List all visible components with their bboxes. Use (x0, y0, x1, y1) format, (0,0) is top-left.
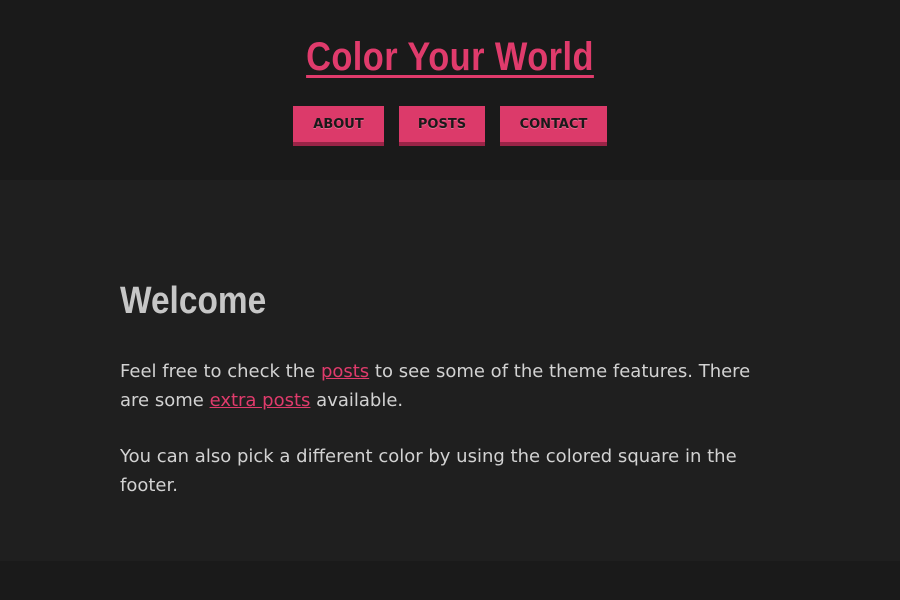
site-footer (0, 561, 900, 600)
extra-posts-link[interactable]: extra posts (210, 390, 311, 411)
content-column: Welcome Feel free to check the posts to … (120, 275, 780, 500)
intro-text-after: available. (310, 390, 404, 411)
color-hint-paragraph: You can also pick a different color by u… (120, 446, 737, 496)
page-title: Welcome (120, 280, 267, 322)
site-header: Color Your World ABOUT POSTS CONTACT (0, 0, 900, 180)
main-nav: ABOUT POSTS CONTACT (0, 106, 900, 147)
nav-posts-button[interactable]: POSTS (399, 106, 485, 146)
site-title-link[interactable]: Color Your World (63, 30, 837, 84)
intro-paragraph: Feel free to check the posts to see some… (120, 357, 780, 415)
nav-contact-button[interactable]: CONTACT (500, 106, 607, 146)
intro-text-before: Feel free to check the (120, 361, 321, 382)
posts-link[interactable]: posts (321, 361, 369, 382)
nav-about-button[interactable]: ABOUT (293, 106, 384, 146)
main-content: Welcome Feel free to check the posts to … (0, 180, 900, 561)
